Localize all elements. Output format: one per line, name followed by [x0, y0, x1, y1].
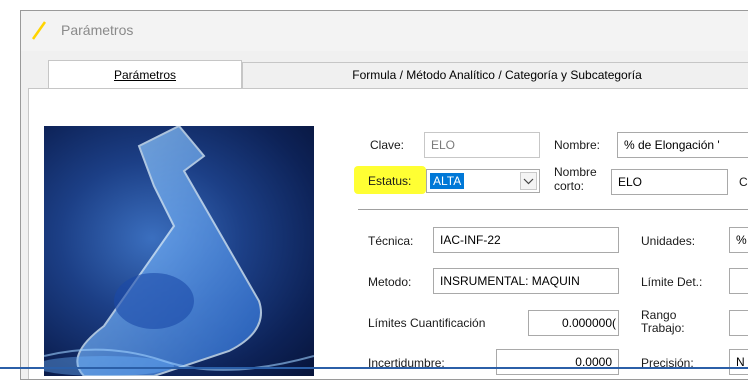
- chevron-down-icon[interactable]: [520, 172, 537, 190]
- clave-label: Clave:: [370, 138, 405, 152]
- nombre-corto-field[interactable]: ELO: [611, 169, 728, 195]
- nombre-corto-label-line2: corto:: [554, 179, 585, 193]
- estatus-select[interactable]: ALTA: [426, 169, 540, 193]
- limite-det-field[interactable]: [729, 268, 748, 294]
- metodo-field[interactable]: INSRUMENTAL: MAQUIN: [433, 268, 619, 294]
- precision-field[interactable]: N: [729, 349, 748, 375]
- app-logo-icon: [31, 21, 47, 40]
- tab-formula-label: Formula / Método Analítico / Categoría y…: [352, 68, 642, 82]
- limites-cuantificacion-label: Límites Cuantificación: [368, 316, 486, 330]
- section-divider: [358, 209, 748, 210]
- clave-field[interactable]: ELO: [424, 132, 540, 158]
- rango-trabajo-label: Rango Trabajo:: [641, 309, 685, 335]
- nombre-corto-label-line1: Nombre: [554, 165, 597, 179]
- nombre-field[interactable]: % de Elongación ': [617, 132, 748, 158]
- flask-illustration: [44, 126, 314, 376]
- metodo-label: Metodo:: [368, 275, 412, 289]
- nombre-label: Nombre:: [554, 138, 601, 152]
- tab-bar: Parámetros Formula / Método Analítico / …: [28, 60, 748, 88]
- rango-label-line1: Rango: [641, 308, 677, 322]
- cut-off-label: C: [739, 175, 748, 189]
- nombre-corto-label: Nombre corto:: [554, 165, 597, 193]
- title-bar: Parámetros: [21, 11, 748, 51]
- limite-det-label: Límite Det.:: [641, 275, 703, 289]
- estatus-selected-value: ALTA: [430, 173, 465, 189]
- incertidumbre-field[interactable]: 0.0000: [496, 349, 619, 375]
- rango-trabajo-field[interactable]: [729, 310, 748, 336]
- estatus-label: Estatus:: [368, 174, 412, 188]
- tab-formula-metodo[interactable]: Formula / Método Analítico / Categoría y…: [242, 62, 748, 88]
- tab-parametros-label: Parámetros: [113, 68, 177, 82]
- tab-parametros[interactable]: Parámetros: [48, 60, 242, 88]
- tecnica-field[interactable]: IAC-INF-22: [433, 227, 619, 253]
- tecnica-label: Técnica:: [368, 234, 414, 248]
- unidades-field[interactable]: %: [729, 227, 748, 253]
- rango-label-line2: Trabajo:: [641, 321, 685, 335]
- limites-cuantificacion-field[interactable]: 0.000000(: [528, 310, 619, 336]
- window-title: Parámetros: [61, 22, 134, 38]
- unidades-label: Unidades:: [641, 234, 696, 248]
- flask-image: [44, 126, 314, 376]
